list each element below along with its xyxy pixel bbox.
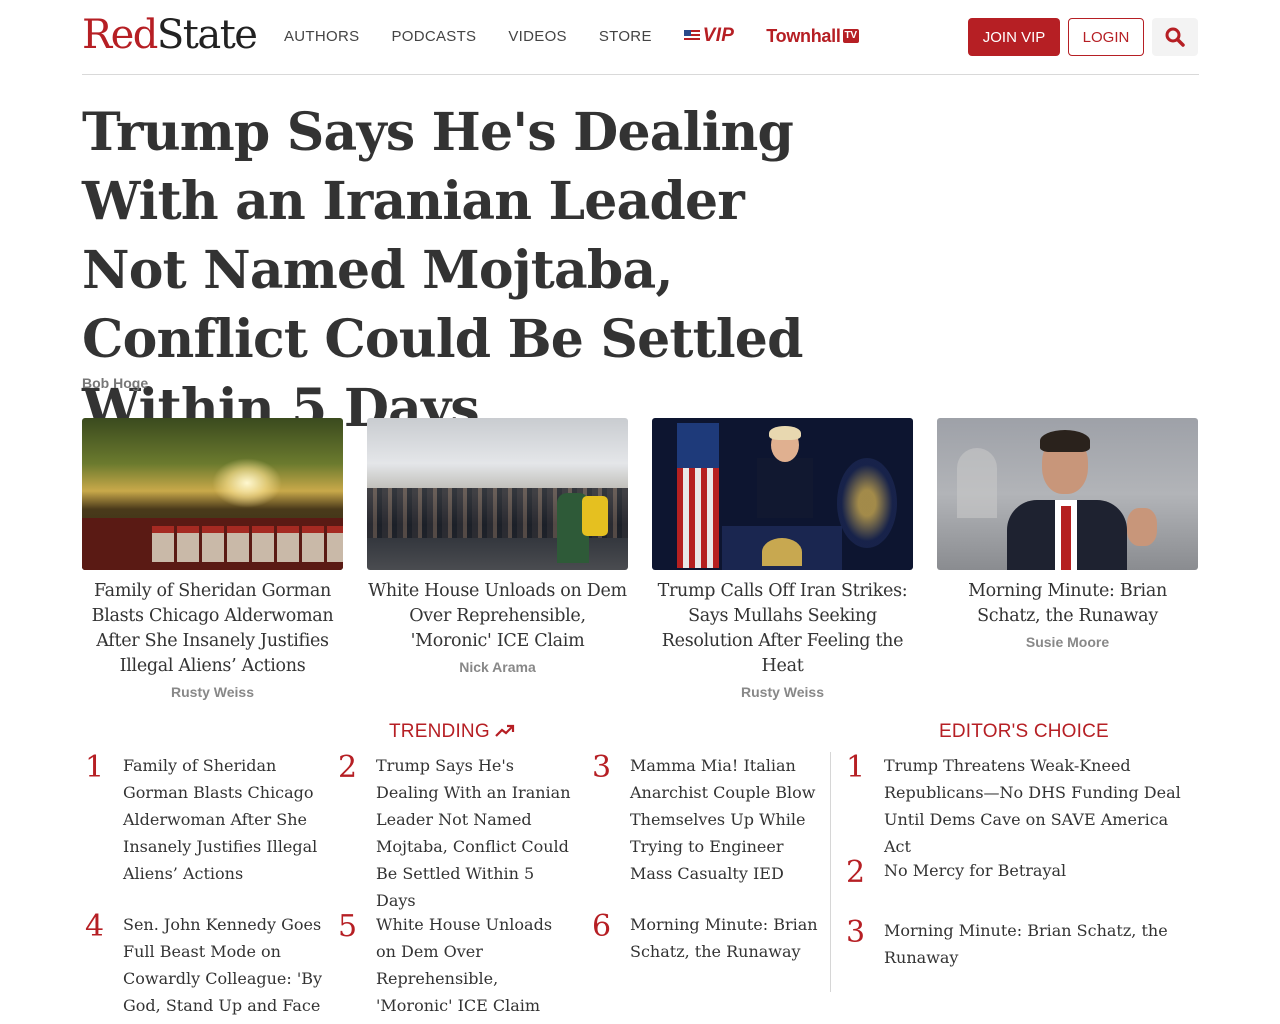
trending-title[interactable]: Morning Minute: Brian Schatz, the Runawa…: [630, 911, 830, 965]
nav-townhall-tv[interactable]: Townhall TV: [766, 25, 859, 47]
editors-rank: 3: [846, 915, 866, 950]
story-author[interactable]: Susie Moore: [937, 634, 1198, 650]
trending-rank: 5: [338, 909, 358, 944]
join-vip-button[interactable]: JOIN VIP: [968, 18, 1060, 56]
nav-videos[interactable]: VIDEOS: [508, 28, 566, 45]
story-title[interactable]: Family of Sheridan Gorman Blasts Chicago…: [82, 579, 343, 679]
editors-rank: 2: [846, 855, 866, 890]
editors-choice-heading: EDITOR'S CHOICE: [939, 721, 1109, 742]
search-button[interactable]: [1152, 18, 1198, 56]
story-card[interactable]: Family of Sheridan Gorman Blasts Chicago…: [82, 418, 343, 700]
nav-podcasts[interactable]: PODCASTS: [391, 28, 476, 45]
nav-authors[interactable]: AUTHORS: [284, 28, 359, 45]
trending-rank: 4: [85, 909, 105, 944]
story-title[interactable]: White House Unloads on Dem Over Reprehen…: [367, 579, 628, 654]
login-button[interactable]: LOGIN: [1068, 18, 1144, 56]
trending-title[interactable]: White House Unloads on Dem Over Reprehen…: [376, 911, 576, 1019]
main-nav: AUTHORS PODCASTS VIDEOS STORE VIP Townha…: [284, 25, 891, 47]
logo-dark-part: State: [156, 12, 258, 58]
trending-rank: 1: [85, 750, 105, 785]
flag-icon: [683, 30, 700, 42]
editors-title[interactable]: Morning Minute: Brian Schatz, the Runawa…: [884, 917, 1184, 971]
story-title[interactable]: Trump Calls Off Iran Strikes: Says Mulla…: [652, 579, 913, 679]
logo-red-part: Red: [82, 12, 158, 58]
story-author[interactable]: Nick Arama: [367, 659, 628, 675]
trending-title[interactable]: Trump Says He's Dealing With an Iranian …: [376, 752, 576, 914]
story-card[interactable]: Morning Minute: Brian Schatz, the Runawa…: [937, 418, 1198, 650]
story-author[interactable]: Rusty Weiss: [652, 684, 913, 700]
editors-title[interactable]: No Mercy for Betrayal: [884, 857, 1184, 884]
trending-rank: 6: [592, 909, 612, 944]
story-image[interactable]: [367, 418, 628, 570]
trending-rank: 3: [592, 750, 612, 785]
story-author[interactable]: Rusty Weiss: [82, 684, 343, 700]
trending-up-icon: [495, 724, 515, 737]
nav-townhall-label: Townhall: [766, 25, 841, 46]
nav-vip-label: VIP: [702, 25, 735, 46]
article-headline[interactable]: Trump Says He's Dealing With an Iranian …: [82, 98, 842, 443]
trending-rank: 2: [338, 750, 358, 785]
story-image[interactable]: [652, 418, 913, 570]
editors-title[interactable]: Trump Threatens Weak-Kneed Republicans—N…: [884, 752, 1184, 860]
trending-title[interactable]: Family of Sheridan Gorman Blasts Chicago…: [123, 752, 323, 887]
site-logo[interactable]: RedState: [82, 12, 258, 58]
column-divider: [830, 752, 831, 992]
trending-label: TRENDING: [389, 721, 490, 742]
trending-heading: TRENDING: [389, 721, 515, 743]
search-icon: [1165, 27, 1185, 47]
nav-vip[interactable]: VIP: [683, 25, 735, 47]
nav-store[interactable]: STORE: [599, 28, 652, 45]
article-author[interactable]: Bob Hoge: [82, 375, 148, 391]
trending-title[interactable]: Mamma Mia! Italian Anarchist Couple Blow…: [630, 752, 830, 887]
trending-title[interactable]: Sen. John Kennedy Goes Full Beast Mode o…: [123, 911, 323, 1019]
site-header: RedState AUTHORS PODCASTS VIDEOS STORE V…: [82, 0, 1199, 75]
story-image[interactable]: [937, 418, 1198, 570]
story-title[interactable]: Morning Minute: Brian Schatz, the Runawa…: [937, 579, 1198, 629]
story-card[interactable]: White House Unloads on Dem Over Reprehen…: [367, 418, 628, 675]
editors-rank: 1: [846, 750, 866, 785]
tv-badge: TV: [842, 29, 859, 43]
story-card[interactable]: Trump Calls Off Iran Strikes: Says Mulla…: [652, 418, 913, 700]
story-image[interactable]: [82, 418, 343, 570]
